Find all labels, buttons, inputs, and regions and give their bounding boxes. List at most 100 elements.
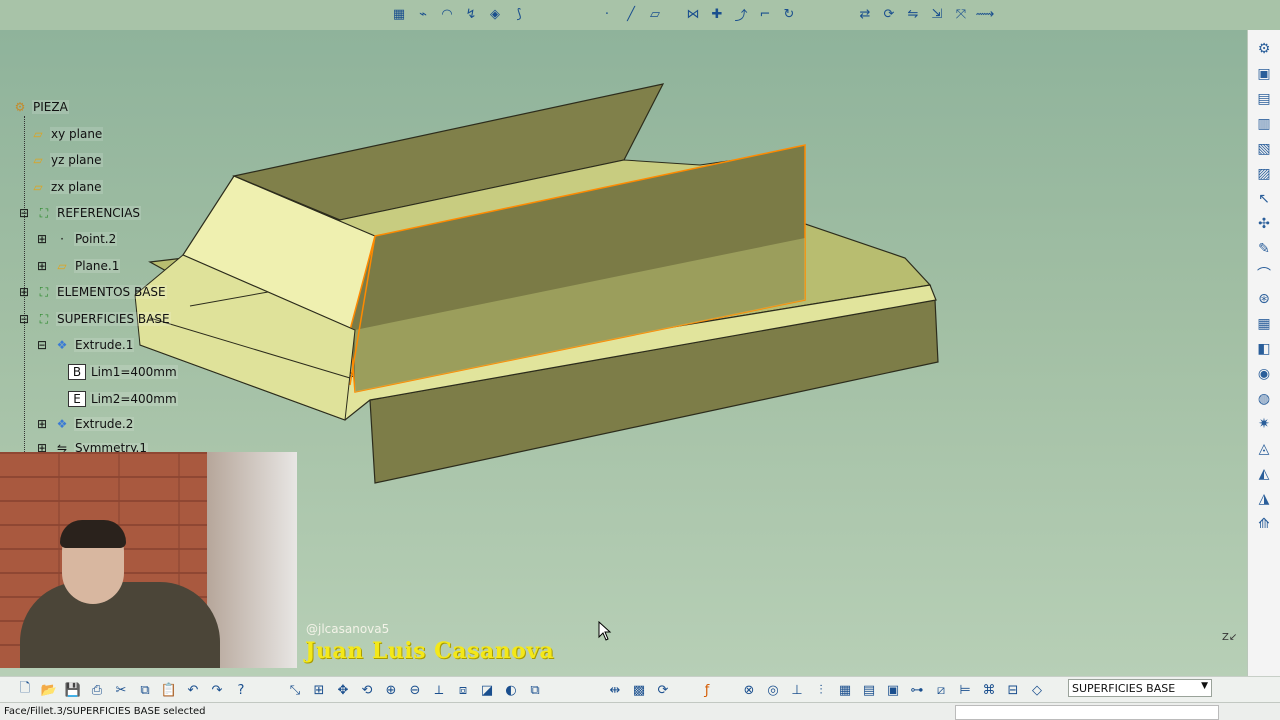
tree-root[interactable]: ⚙ PIEZA [12,100,69,114]
tree-item-yz-plane[interactable]: ▱ yz plane [30,153,103,167]
tree-item-lim1[interactable]: B Lim1=400mm [68,364,178,380]
extract-icon[interactable]: ⤴ [730,3,752,25]
expand-icon[interactable]: ⊟ [16,206,32,220]
3d-compass-icon[interactable]: ⊥ [786,679,808,701]
formula-icon[interactable]: ƒ [696,679,718,701]
blend-icon[interactable]: ⟆ [508,3,530,25]
grid-icon[interactable]: ▦ [1252,313,1276,335]
layer-icon[interactable]: ▦ [834,679,856,701]
expand-icon[interactable]: ⊟ [16,312,32,326]
workbench-dropdown[interactable]: SUPERFICIES BASE ▼ [1068,679,1212,697]
zoom-out-icon[interactable]: ⊖ [404,679,426,701]
snap-icon[interactable]: ◎ [762,679,784,701]
fillet-icon[interactable]: ⌐ [754,3,776,25]
measure-icon[interactable]: ⇹ [604,679,626,701]
surface-icon[interactable]: ◭ [1252,463,1276,485]
tools-icon[interactable]: ⧄ [930,679,952,701]
fill-icon[interactable]: ◈ [484,3,506,25]
cut-icon[interactable]: ✂ [110,679,132,701]
iso-view-icon[interactable]: ⧈ [452,679,474,701]
axis-icon[interactable]: ⫶ [810,679,832,701]
undo-icon[interactable]: ↶ [182,679,204,701]
symmetry-icon[interactable]: ⇋ [902,3,924,25]
curve-icon[interactable]: ⌁ [412,3,434,25]
expand-icon[interactable]: ⊞ [34,232,50,246]
sketcher-icon[interactable]: ✎ [1252,238,1276,260]
workbench-icon[interactable]: ▣ [1252,63,1276,85]
copy-icon[interactable]: ⧉ [134,679,156,701]
tree-item-extrude-1[interactable]: ⊟ ❖ Extrude.1 [34,338,135,352]
settings-icon[interactable]: ✷ [1252,413,1276,435]
tree-item-superficies-base[interactable]: ⊟ ⛶ SUPERFICIES BASE [16,312,171,326]
tree-item-xy-plane[interactable]: ▱ xy plane [30,127,104,141]
sweep-icon[interactable]: ↯ [460,3,482,25]
tools-icon[interactable]: ▤ [1252,88,1276,110]
sweep-icon[interactable]: ◬ [1252,438,1276,460]
tree-item-point-2[interactable]: ⊞ · Point.2 [34,232,118,246]
expand-icon[interactable]: ⊟ [34,338,50,352]
filter-icon[interactable]: ▤ [858,679,880,701]
tools-icon[interactable]: ⌘ [978,679,1000,701]
print-icon[interactable]: ⎙ [86,679,108,701]
expand-icon[interactable]: ⊞ [16,285,32,299]
analysis-icon[interactable]: ⌒ [1252,263,1276,285]
tree-item-lim2[interactable]: E Lim2=400mm [68,391,178,407]
extrapolate-icon[interactable]: ⟿ [974,3,996,25]
offset-icon[interactable]: ◮ [1252,488,1276,510]
edge-fillet-icon[interactable]: ↻ [778,3,800,25]
expand-icon[interactable]: ⊞ [34,259,50,273]
fit-all-icon[interactable]: ⊞ [308,679,330,701]
tools-icon[interactable]: ▧ [1252,138,1276,160]
apply-material-icon[interactable]: ▩ [628,679,650,701]
affinity-icon[interactable]: ⤧ [950,3,972,25]
translate-icon[interactable]: ⇄ [854,3,876,25]
box-icon[interactable]: ◧ [1252,338,1276,360]
sketch-icon[interactable]: ▦ [388,3,410,25]
sphere-icon[interactable]: ◍ [1252,388,1276,410]
tools-icon[interactable]: ◇ [1026,679,1048,701]
tools-icon[interactable]: ▨ [1252,163,1276,185]
part-design-icon[interactable]: ⚙ [1252,38,1276,60]
point-icon[interactable]: · [596,3,618,25]
expand-icon[interactable]: ⊞ [34,417,50,431]
tools-icon[interactable]: ⊨ [954,679,976,701]
swap-icon[interactable]: ⧉ [524,679,546,701]
zoom-in-icon[interactable]: ⊕ [380,679,402,701]
save-icon[interactable]: 💾 [62,679,84,701]
heal-icon[interactable]: ✚ [706,3,728,25]
new-icon[interactable]: 🗋 [14,679,36,701]
plane-icon[interactable]: ▱ [644,3,666,25]
update-icon[interactable]: ⟳ [652,679,674,701]
line-icon[interactable]: ╱ [620,3,642,25]
tools-icon[interactable]: ⊟ [1002,679,1024,701]
open-icon[interactable]: 📂 [38,679,60,701]
rotate-view-icon[interactable]: ⟲ [356,679,378,701]
power-input-field[interactable] [955,705,1219,720]
join-icon[interactable]: ⋈ [682,3,704,25]
select-arrow-icon[interactable]: ↖ [1252,188,1276,210]
tree-item-referencias[interactable]: ⊟ ⛶ REFERENCIAS [16,206,142,220]
pan-icon[interactable]: ✥ [332,679,354,701]
hide-show-icon[interactable]: ◐ [500,679,522,701]
tree-item-elementos-base[interactable]: ⊞ ⛶ ELEMENTOS BASE [16,285,167,299]
select-icon[interactable]: ⤡ [284,679,306,701]
scale-icon[interactable]: ⇲ [926,3,948,25]
visualization-icon[interactable]: ⊶ [906,679,928,701]
tree-item-extrude-2[interactable]: ⊞ ❖ Extrude.2 [34,417,135,431]
paste-icon[interactable]: 📋 [158,679,180,701]
cylinder-icon[interactable]: ◉ [1252,363,1276,385]
compass-icon[interactable]: ✣ [1252,213,1276,235]
tree-item-plane-1[interactable]: ⊞ ▱ Plane.1 [34,259,121,273]
tree-item-zx-plane[interactable]: ▱ zx plane [30,180,103,194]
tools-icon[interactable]: ▥ [1252,113,1276,135]
shading-icon[interactable]: ◪ [476,679,498,701]
properties-icon[interactable]: ▣ [882,679,904,701]
sketch-icon[interactable]: ⊛ [1252,288,1276,310]
rotate-icon[interactable]: ⟳ [878,3,900,25]
whats-this-icon[interactable]: ? [230,679,252,701]
redo-icon[interactable]: ↷ [206,679,228,701]
normal-view-icon[interactable]: ⟂ [428,679,450,701]
measure-icon[interactable]: ⟰ [1252,513,1276,535]
surface-icon[interactable]: ◠ [436,3,458,25]
grid-icon[interactable]: ⊗ [738,679,760,701]
